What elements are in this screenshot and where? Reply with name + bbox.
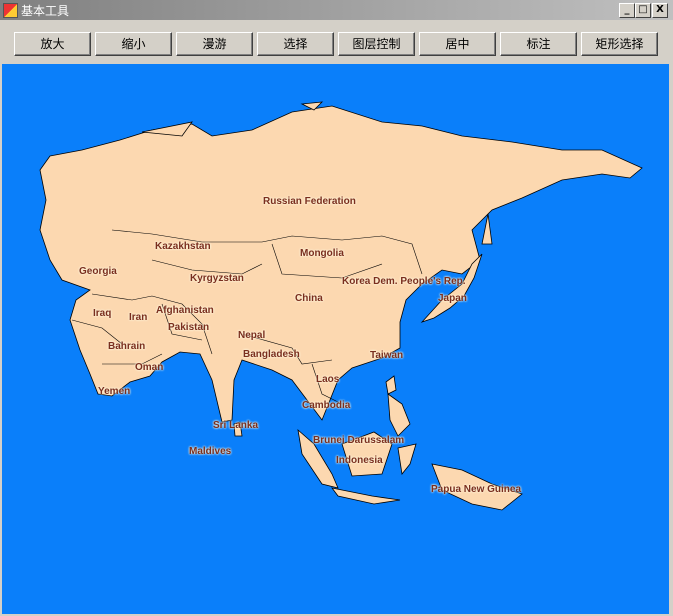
title-bar: 基本工具 _ □ X	[0, 0, 673, 20]
close-button[interactable]: X	[652, 3, 668, 18]
label-mongolia: Mongolia	[300, 248, 344, 259]
label-oman: Oman	[135, 362, 164, 373]
sulawesi	[397, 443, 417, 475]
java	[331, 487, 401, 505]
label-cambodia: Cambodia	[302, 400, 351, 411]
rectangle-select-button[interactable]: 矩形选择	[581, 32, 658, 56]
label-russian-federation: Russian Federation	[263, 196, 356, 207]
label-laos: Laos	[316, 374, 340, 385]
zoom-in-button[interactable]: 放大	[14, 32, 91, 56]
label-taiwan: Taiwan	[370, 350, 404, 361]
label-yemen: Yemen	[98, 386, 131, 397]
label-bangladesh: Bangladesh	[243, 349, 300, 360]
pan-button[interactable]: 漫游	[176, 32, 253, 56]
label-pakistan: Pakistan	[168, 322, 210, 333]
taiwan	[385, 375, 397, 395]
label-korea-dpr: Korea Dem. People's Rep.	[342, 276, 466, 287]
label-iraq: Iraq	[93, 308, 112, 319]
zoom-out-button[interactable]: 缩小	[95, 32, 172, 56]
layer-control-button[interactable]: 图层控制	[338, 32, 415, 56]
center-button[interactable]: 居中	[419, 32, 496, 56]
label-china: China	[295, 293, 323, 304]
label-georgia: Georgia	[79, 266, 117, 277]
philippines	[387, 393, 411, 437]
window-title: 基本工具	[21, 4, 70, 18]
maximize-button[interactable]: □	[635, 3, 651, 18]
app-icon	[3, 3, 18, 18]
label-maldives: Maldives	[189, 446, 232, 457]
label-papua-new-guinea: Papua New Guinea	[431, 484, 522, 495]
label-kyrgyzstan: Kyrgyzstan	[190, 273, 244, 284]
label-button[interactable]: 标注	[500, 32, 577, 56]
label-iran: Iran	[129, 312, 148, 323]
asia-mainland	[39, 105, 643, 423]
label-kazakhstan: Kazakhstan	[155, 241, 211, 252]
minimize-button[interactable]: _	[619, 3, 635, 18]
label-afghanistan: Afghanistan	[156, 305, 214, 316]
label-indonesia: Indonesia	[336, 455, 383, 466]
asia-map	[39, 101, 643, 511]
map-canvas[interactable]: Russian Federation Kazakhstan Mongolia G…	[2, 64, 669, 614]
select-button[interactable]: 选择	[257, 32, 334, 56]
label-brunei: Brunei Darussalam	[313, 435, 405, 446]
label-sri-lanka: Sri Lanka	[213, 420, 259, 431]
label-nepal: Nepal	[238, 330, 266, 341]
label-japan: Japan	[438, 293, 467, 304]
label-bahrain: Bahrain	[108, 341, 146, 352]
